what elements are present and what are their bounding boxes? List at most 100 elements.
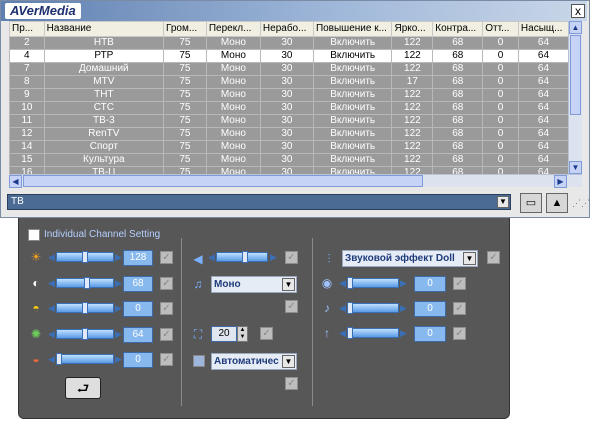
volume-apply-checkbox[interactable]: ✓ bbox=[285, 251, 298, 264]
spin-apply-checkbox[interactable]: ✓ bbox=[260, 327, 273, 340]
effect-slider-thumb[interactable] bbox=[347, 277, 353, 289]
table-row[interactable]: 12 RenTV 75 Моно 30 Включить 122 68 0 64 bbox=[9, 127, 570, 141]
table-row[interactable]: 11 ТВ-3 75 Моно 30 Включить 122 68 0 64 bbox=[9, 114, 570, 128]
slider-left-arrow-icon[interactable]: ◀ bbox=[48, 329, 56, 339]
table-row[interactable]: 10 СТС 75 Моно 30 Включить 122 68 0 64 bbox=[9, 101, 570, 115]
video-slider-thumb[interactable] bbox=[84, 276, 90, 289]
slider-right-arrow-icon[interactable]: ▶ bbox=[400, 303, 408, 313]
video-value-field[interactable]: 0 bbox=[123, 301, 153, 317]
chevron-down-icon[interactable]: ▼ bbox=[282, 278, 295, 291]
video-slider-thumb[interactable] bbox=[82, 251, 88, 263]
slider-right-arrow-icon[interactable]: ▶ bbox=[115, 252, 123, 262]
slider-left-arrow-icon[interactable]: ◀ bbox=[339, 303, 347, 313]
horizontal-scrollbar[interactable]: ◀ ▶ bbox=[9, 174, 582, 188]
slider-right-arrow-icon[interactable]: ▶ bbox=[400, 328, 408, 338]
column-header[interactable]: Название bbox=[43, 21, 165, 37]
scroll-thumb[interactable] bbox=[570, 35, 581, 115]
video-apply-checkbox[interactable]: ✓ bbox=[160, 276, 173, 290]
video-value-field[interactable]: 0 bbox=[123, 352, 153, 368]
column-header[interactable]: Ярко... bbox=[391, 21, 434, 37]
table-row[interactable]: 8 MTV 75 Моно 30 Включить 17 68 0 64 bbox=[9, 75, 570, 89]
chevron-down-icon[interactable]: ▼ bbox=[497, 196, 509, 208]
video-apply-checkbox[interactable]: ✓ bbox=[160, 251, 173, 264]
title-bar[interactable]: AVerMedia x bbox=[1, 1, 587, 21]
effect-value-field[interactable]: 0 bbox=[414, 276, 446, 292]
effect-value-field[interactable]: 0 bbox=[414, 326, 446, 342]
effect-value-field[interactable]: 0 bbox=[414, 301, 446, 317]
auto-mode-checkbox[interactable] bbox=[193, 355, 205, 367]
scroll-right-icon[interactable]: ▶ bbox=[554, 175, 567, 188]
volume-slider-thumb[interactable] bbox=[242, 251, 248, 263]
column-header[interactable]: Гром... bbox=[163, 21, 207, 37]
resize-grip-icon[interactable]: ⋰⋰ bbox=[572, 199, 590, 214]
table-row[interactable]: 4 РТР 75 Моно 30 Включить 122 68 0 64 bbox=[9, 49, 570, 63]
slider-left-arrow-icon[interactable]: ◀ bbox=[48, 252, 56, 262]
slider-left-arrow-icon[interactable]: ◀ bbox=[208, 252, 216, 262]
auto-mode-select[interactable]: Автоматичес ▼ bbox=[211, 353, 297, 370]
column-header[interactable]: Насыщ... bbox=[517, 21, 570, 37]
slider-right-arrow-icon[interactable]: ▶ bbox=[115, 354, 123, 364]
slider-left-arrow-icon[interactable]: ◀ bbox=[48, 303, 56, 313]
video-slider-thumb[interactable] bbox=[82, 327, 88, 340]
video-value-field[interactable]: 128 bbox=[123, 250, 153, 266]
chevron-down-icon[interactable]: ▼ bbox=[282, 355, 295, 368]
sound-effect-apply-checkbox[interactable]: ✓ bbox=[487, 251, 500, 264]
individual-setting-checkbox[interactable] bbox=[28, 229, 40, 241]
auto-mode-apply-checkbox[interactable]: ✓ bbox=[285, 377, 298, 390]
table-row[interactable]: 16 ТВ-Ц 75 Моно 30 Включить 122 68 0 64 bbox=[9, 166, 570, 174]
vertical-scrollbar[interactable]: ▲ ▼ bbox=[568, 21, 582, 174]
slider-left-arrow-icon[interactable]: ◀ bbox=[339, 328, 347, 338]
column-header[interactable]: Нерабо... bbox=[259, 21, 314, 37]
slider-left-arrow-icon[interactable]: ◀ bbox=[48, 278, 56, 288]
sound-effect-select[interactable]: Звуковой эффект Doll ▼ bbox=[342, 250, 478, 267]
slider-right-arrow-icon[interactable]: ▶ bbox=[270, 252, 278, 262]
effect-apply-checkbox[interactable]: ✓ bbox=[453, 302, 466, 315]
channel-group-select[interactable]: ТВ ▼ bbox=[7, 194, 511, 210]
video-apply-checkbox[interactable]: ✓ bbox=[160, 327, 173, 341]
video-slider[interactable] bbox=[56, 354, 114, 364]
slider-right-arrow-icon[interactable]: ▶ bbox=[115, 329, 123, 339]
slider-left-arrow-icon[interactable]: ◀ bbox=[339, 278, 347, 288]
effect-slider-thumb[interactable] bbox=[347, 302, 353, 314]
video-value-field[interactable]: 68 bbox=[123, 275, 153, 292]
table-row[interactable]: 15 Культура 75 Моно 30 Включить 122 68 0 64 bbox=[9, 153, 570, 167]
table-row[interactable]: 9 ТНТ 75 Моно 30 Включить 122 68 0 64 bbox=[9, 88, 570, 102]
video-value-field[interactable]: 64 bbox=[123, 326, 153, 343]
scroll-left-icon[interactable]: ◀ bbox=[9, 175, 22, 188]
table-cell: 17 bbox=[391, 75, 434, 89]
video-slider-thumb[interactable] bbox=[56, 353, 62, 365]
slider-right-arrow-icon[interactable]: ▶ bbox=[400, 278, 408, 288]
table-row[interactable]: 7 Домашний 75 Моно 30 Включить 122 68 0 64 bbox=[9, 62, 570, 76]
close-button[interactable]: x bbox=[571, 4, 585, 18]
audio-mode-select[interactable]: Моно ▼ bbox=[211, 276, 297, 293]
video-apply-checkbox[interactable]: ✓ bbox=[160, 353, 173, 366]
chevron-down-icon[interactable]: ▼ bbox=[463, 252, 476, 265]
table-row[interactable]: 2 НТВ 75 Моно 30 Включить 122 68 0 64 bbox=[9, 36, 570, 50]
spin-arrows-icon[interactable]: ▲ ▼ bbox=[237, 326, 248, 342]
effect-slider-thumb[interactable] bbox=[347, 327, 353, 339]
column-header[interactable]: Контра... bbox=[432, 21, 484, 37]
scroll-up-icon[interactable]: ▲ bbox=[569, 21, 582, 34]
slider-left-arrow-icon[interactable]: ◀ bbox=[48, 354, 56, 364]
slider-right-arrow-icon[interactable]: ▶ bbox=[115, 303, 123, 313]
audio-mode-apply-checkbox[interactable]: ✓ bbox=[285, 300, 298, 313]
effect-apply-checkbox[interactable]: ✓ bbox=[453, 327, 466, 340]
column-header[interactable]: Отт... bbox=[482, 21, 519, 37]
minimize-panel-button[interactable]: ▭ bbox=[520, 193, 542, 213]
effect-slider[interactable] bbox=[347, 278, 399, 288]
column-header[interactable]: Перекл... bbox=[205, 21, 261, 37]
video-slider-thumb[interactable] bbox=[82, 302, 88, 314]
effect-slider[interactable] bbox=[347, 303, 399, 313]
scroll-down-icon[interactable]: ▼ bbox=[569, 161, 582, 174]
apply-button[interactable]: ⮐ bbox=[65, 377, 101, 399]
column-header[interactable]: Пр... bbox=[9, 21, 45, 37]
video-apply-checkbox[interactable]: ✓ bbox=[160, 302, 173, 315]
table-row[interactable]: 14 Спорт 75 Моно 30 Включить 122 68 0 64 bbox=[9, 140, 570, 154]
effect-slider[interactable] bbox=[347, 328, 399, 338]
effect-apply-checkbox[interactable]: ✓ bbox=[453, 277, 466, 290]
spin-value-field[interactable]: 20 bbox=[211, 326, 237, 342]
hscroll-thumb[interactable] bbox=[23, 175, 423, 187]
slider-right-arrow-icon[interactable]: ▶ bbox=[115, 278, 123, 288]
collapse-panel-button[interactable]: ▲ bbox=[546, 193, 568, 213]
column-header[interactable]: Повышение к... bbox=[312, 21, 393, 37]
